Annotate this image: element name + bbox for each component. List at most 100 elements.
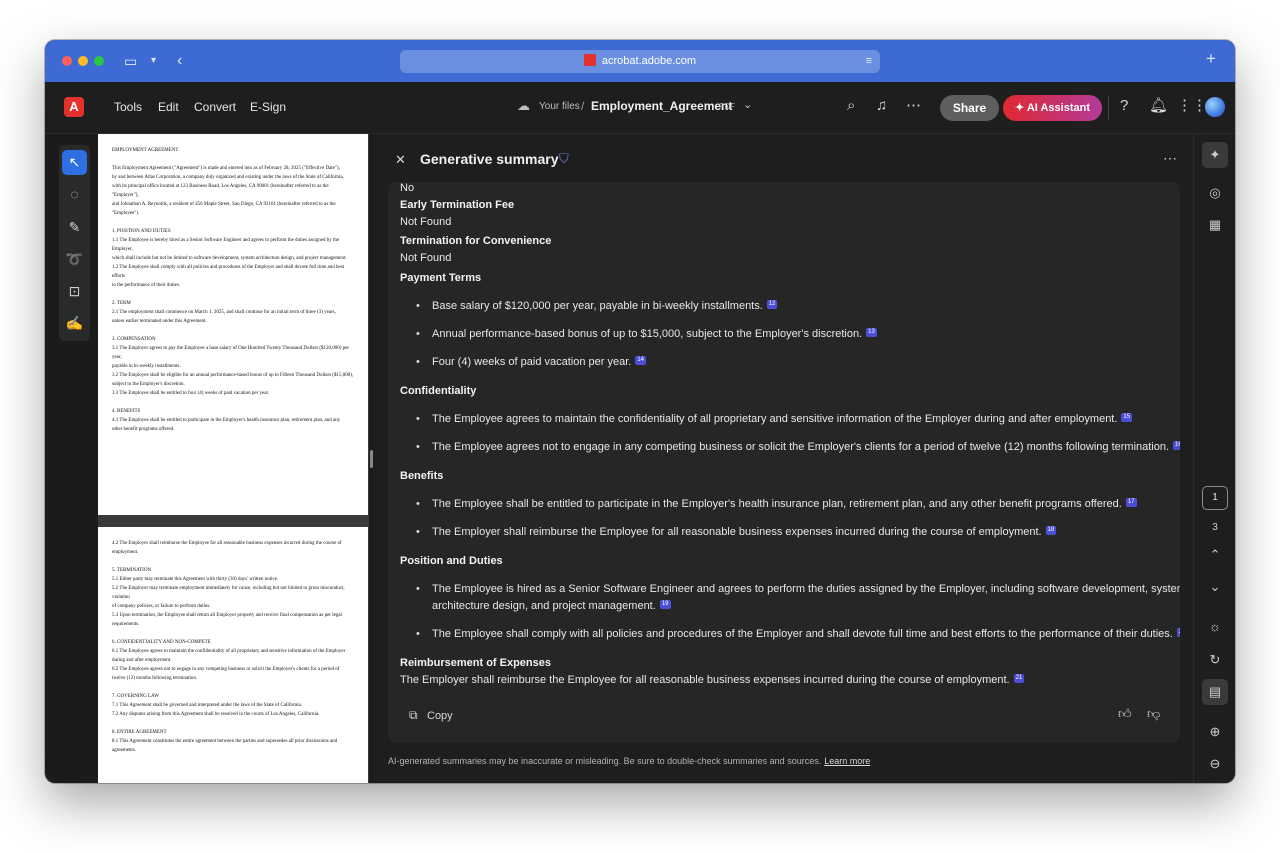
list-item: Base salary of $120,000 per year, payabl… [416, 298, 778, 315]
document-name[interactable]: Employment_Agreement [591, 99, 732, 113]
section-heading: Early Termination Fee [400, 199, 515, 211]
zoom-window-button[interactable] [94, 56, 104, 66]
citation-badge[interactable]: 21 [1013, 674, 1025, 683]
list-item: The Employee shall comply with all polic… [416, 626, 1180, 643]
pdf-text-line: 7. GOVERNING LAW [112, 694, 159, 699]
document-view-icon[interactable]: ▤ [1202, 679, 1228, 705]
pdf-text-line: 4.2 The Employer shall reimburse the Emp… [112, 541, 342, 555]
pdf-text-line: to the performance of their duties. [112, 283, 181, 288]
more-icon[interactable]: ⋯ [906, 97, 921, 115]
chevron-down-icon[interactable]: ⌄ [743, 98, 752, 111]
close-window-button[interactable] [62, 56, 72, 66]
highlight-tool-icon[interactable]: ✎ [62, 215, 87, 240]
new-tab-button[interactable]: + [1206, 50, 1216, 68]
breadcrumb-separator: / [581, 99, 585, 113]
apps-grid-icon[interactable]: ⋮⋮ [1177, 97, 1207, 115]
pdf-text-line: 1. POSITION AND DUTIES [112, 229, 171, 234]
menu-esign[interactable]: E-Sign [250, 99, 286, 115]
pdf-page-1: EMPLOYMENT AGREEMENT This Employment Agre… [98, 134, 368, 515]
avatar[interactable] [1205, 97, 1225, 117]
menu-edit[interactable]: Edit [158, 99, 179, 115]
pdf-text-line: other benefit programs offered. [112, 427, 175, 432]
address-bar[interactable]: acrobat.adobe.com ≡ [400, 50, 880, 73]
pdf-text-line: 3.2 The Employee shall be eligible for a… [112, 373, 354, 378]
minimize-window-button[interactable] [78, 56, 88, 66]
section-heading: Payment Terms [400, 272, 482, 284]
learn-more-link[interactable]: Learn more [824, 756, 870, 766]
pdf-text-line: 6.1 The Employee agrees to maintain the … [112, 649, 346, 654]
help-icon[interactable]: ? [1120, 97, 1128, 115]
fill-sign-tool-icon[interactable]: ✍ [62, 311, 87, 336]
text-select-tool-icon[interactable]: ⊡ [62, 279, 87, 304]
section-heading: Confidentiality [400, 385, 477, 397]
list-item-text: Four (4) weeks of paid vacation per year… [432, 356, 632, 368]
more-icon[interactable]: ⋯ [1163, 150, 1177, 167]
list-item-continuation: architecture design, and project managem… [432, 598, 671, 615]
chevron-up-icon[interactable]: ⌃ [1202, 542, 1228, 568]
chevron-down-icon[interactable]: ⌄ [1202, 574, 1228, 600]
thumbs-up-icon[interactable]: 👍︎ [1118, 706, 1132, 722]
pdf-text-line: twelve (12) months following termination… [112, 676, 198, 681]
pdf-text-line: 6.2 The Employee agrees not to engage in… [112, 667, 340, 672]
left-tool-rail: ↖ ◌ ✎ ➰ ⊡ ✍ [59, 145, 90, 341]
search-icon[interactable]: ⌕ [847, 97, 855, 115]
back-icon[interactable]: ‹ [177, 52, 182, 70]
current-page-input[interactable]: 1 [1202, 486, 1228, 510]
thumbs-down-icon[interactable]: 👎︎ [1147, 706, 1160, 722]
bell-icon[interactable]: 🔔︎ [1149, 97, 1168, 115]
pdf-text-line: and Johnathan A. Reynolds, a resident of… [112, 202, 336, 216]
citation-badge[interactable]: 16 [1173, 441, 1180, 450]
zoom-in-icon[interactable]: ⊕ [1202, 719, 1228, 745]
zoom-out-icon[interactable]: ⊖ [1202, 751, 1228, 777]
ai-assistant-button[interactable]: ✦ AI Assistant [1003, 95, 1102, 121]
select-tool-icon[interactable]: ↖ [62, 150, 87, 175]
citation-badge[interactable]: 19 [659, 600, 671, 609]
pdf-text-line: 1.2 The Employee shall comply with all p… [112, 265, 345, 279]
citation-badge[interactable]: 17 [1125, 498, 1137, 507]
citation-badge[interactable]: 20 [1176, 628, 1180, 637]
citation-badge[interactable]: 14 [635, 356, 647, 365]
list-item: Annual performance-based bonus of up to … [416, 326, 877, 343]
chevron-down-icon[interactable]: ▾ [151, 52, 156, 70]
pdf-text-line: 7.1 This Agreement shall be governed and… [112, 703, 302, 708]
draw-tool-icon[interactable]: ➰ [62, 247, 87, 272]
pdf-text-line: 2.1 The employment shall commence on Mar… [112, 310, 336, 315]
headphones-icon[interactable]: ♫ [876, 97, 887, 115]
sidebar-toggle-icon[interactable]: ▭ [124, 52, 137, 70]
shield-icon[interactable]: ⛉ [559, 151, 569, 167]
reader-icon[interactable]: ≡ [866, 50, 872, 73]
list-item-text: The Employer shall reimburse the Employe… [432, 526, 1042, 538]
citation-badge[interactable]: 18 [1045, 526, 1057, 535]
menu-tools[interactable]: Tools [114, 99, 142, 115]
close-icon[interactable]: ✕ [395, 152, 406, 168]
list-item-text: architecture design, and project managem… [432, 600, 656, 612]
acrobat-logo-icon[interactable]: A [64, 97, 84, 117]
citation-badge[interactable]: 12 [766, 300, 778, 309]
rotate-icon[interactable]: ↻ [1202, 647, 1228, 673]
copy-button[interactable]: ⧉ Copy [409, 708, 453, 723]
summary-text-body: The Employer shall reimburse the Employe… [400, 674, 1010, 686]
pdf-text-line: unless earlier terminated under this Agr… [112, 319, 207, 324]
pdf-text-line: 3.1 The Employer agrees to pay the Emplo… [112, 346, 350, 360]
thumbnails-icon[interactable]: ▦ [1202, 212, 1228, 238]
pdf-text-line: 4.1 The Employee shall be entitled to pa… [112, 418, 341, 423]
citation-badge[interactable]: 15 [1121, 413, 1133, 422]
list-item: The Employee agrees not to engage in any… [416, 439, 1180, 456]
pdf-text-line: 6. CONFIDENTIALITY AND NON-COMPETE [112, 640, 211, 645]
citation-badge[interactable]: 13 [866, 328, 877, 337]
panel-title: Generative summary [420, 151, 559, 167]
share-button[interactable]: Share [940, 95, 999, 121]
ai-summary-panel-icon[interactable]: ✦ [1202, 142, 1228, 168]
comment-tool-icon[interactable]: ◌ [62, 182, 87, 207]
summary-text: No [400, 182, 415, 194]
document-viewer[interactable]: EMPLOYMENT AGREEMENT This Employment Agre… [98, 134, 369, 783]
comments-panel-icon[interactable]: ◎ [1202, 180, 1228, 206]
breadcrumb-your-files[interactable]: Your files [539, 101, 580, 112]
brightness-icon[interactable]: ☼ [1202, 614, 1228, 640]
summary-text: Not Found [400, 216, 452, 228]
pdf-text-line: of company policies, or failure to perfo… [112, 604, 211, 609]
menu-convert[interactable]: Convert [194, 99, 236, 115]
total-pages: 3 [1212, 522, 1218, 533]
